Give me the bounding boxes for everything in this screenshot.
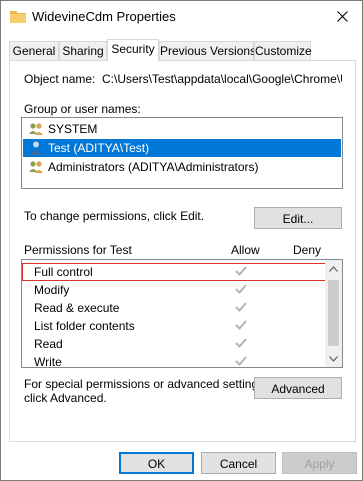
close-button[interactable]	[330, 4, 354, 28]
tab-customize[interactable]: Customize	[254, 41, 312, 61]
user-list[interactable]: SYSTEM Test (ADITYA\Test) Administrators…	[21, 117, 343, 189]
permission-row-read-execute: Read & execute	[22, 299, 327, 317]
check-icon	[235, 356, 247, 366]
permission-name: List folder contents	[34, 319, 135, 333]
object-name-value: C:\Users\Test\appdata\local\Google\Chrom…	[102, 72, 342, 86]
folder-icon	[10, 11, 26, 23]
check-icon	[235, 338, 247, 348]
permission-name: Write	[34, 355, 62, 368]
close-icon	[336, 10, 348, 22]
tab-sharing[interactable]: Sharing	[59, 41, 107, 61]
advanced-text-line2: click Advanced.	[24, 391, 107, 405]
tab-security[interactable]: Security	[107, 39, 159, 62]
scroll-up-button[interactable]	[325, 260, 342, 277]
ok-button[interactable]: OK	[119, 452, 194, 474]
list-item-system[interactable]: SYSTEM	[23, 120, 341, 138]
user-name: Test (ADITYA\Test)	[48, 141, 150, 155]
allow-column-header: Allow	[231, 243, 260, 257]
permission-row-read: Read	[22, 335, 327, 353]
users-group-icon	[29, 123, 43, 135]
check-icon	[235, 284, 247, 294]
tab-general[interactable]: General	[9, 41, 59, 61]
advanced-button[interactable]: Advanced	[254, 377, 342, 399]
window-title: WidevineCdm Properties	[32, 9, 176, 24]
apply-button[interactable]: Apply	[282, 452, 357, 474]
title-bar: WidevineCdm Properties	[1, 1, 362, 33]
permission-row-list-folder-contents: List folder contents	[22, 317, 327, 335]
user-icon	[30, 141, 42, 155]
properties-dialog: WidevineCdm Properties General Sharing S…	[0, 0, 363, 481]
permissions-list: Full control Modify Read & execute List …	[21, 259, 343, 368]
check-icon	[235, 266, 247, 276]
user-name: SYSTEM	[48, 122, 98, 136]
user-name: Administrators (ADITYA\Administrators)	[48, 160, 259, 174]
chevron-up-icon	[329, 265, 338, 272]
users-group-icon	[29, 161, 43, 173]
permission-row-write: Write	[22, 353, 327, 368]
edit-button[interactable]: Edit...	[254, 207, 342, 229]
scroll-down-button[interactable]	[325, 350, 342, 367]
permission-row-full-control: Full control	[22, 263, 327, 281]
permission-name: Full control	[34, 265, 93, 279]
tab-previous-versions[interactable]: Previous Versions	[159, 41, 256, 61]
group-user-names-label: Group or user names:	[24, 102, 141, 116]
deny-column-header: Deny	[293, 243, 322, 257]
permissions-header: Permissions for Test	[24, 243, 132, 257]
chevron-down-icon	[329, 355, 338, 362]
permission-name: Read & execute	[34, 301, 120, 315]
list-item-test[interactable]: Test (ADITYA\Test)	[23, 139, 341, 157]
scroll-thumb[interactable]	[328, 280, 339, 346]
permission-row-modify: Modify	[22, 281, 327, 299]
list-item-administrators[interactable]: Administrators (ADITYA\Administrators)	[23, 158, 341, 176]
check-icon	[235, 320, 247, 330]
change-permissions-text: To change permissions, click Edit.	[24, 209, 205, 223]
tab-bar: General Sharing Security Previous Versio…	[9, 39, 356, 62]
object-name-label: Object name:	[24, 72, 96, 86]
permission-name: Read	[34, 337, 63, 351]
permission-name: Modify	[34, 283, 70, 297]
advanced-text-line1: For special permissions or advanced sett…	[24, 377, 268, 391]
vertical-scrollbar[interactable]	[325, 260, 342, 367]
check-icon	[235, 302, 247, 312]
cancel-button[interactable]: Cancel	[201, 452, 276, 474]
